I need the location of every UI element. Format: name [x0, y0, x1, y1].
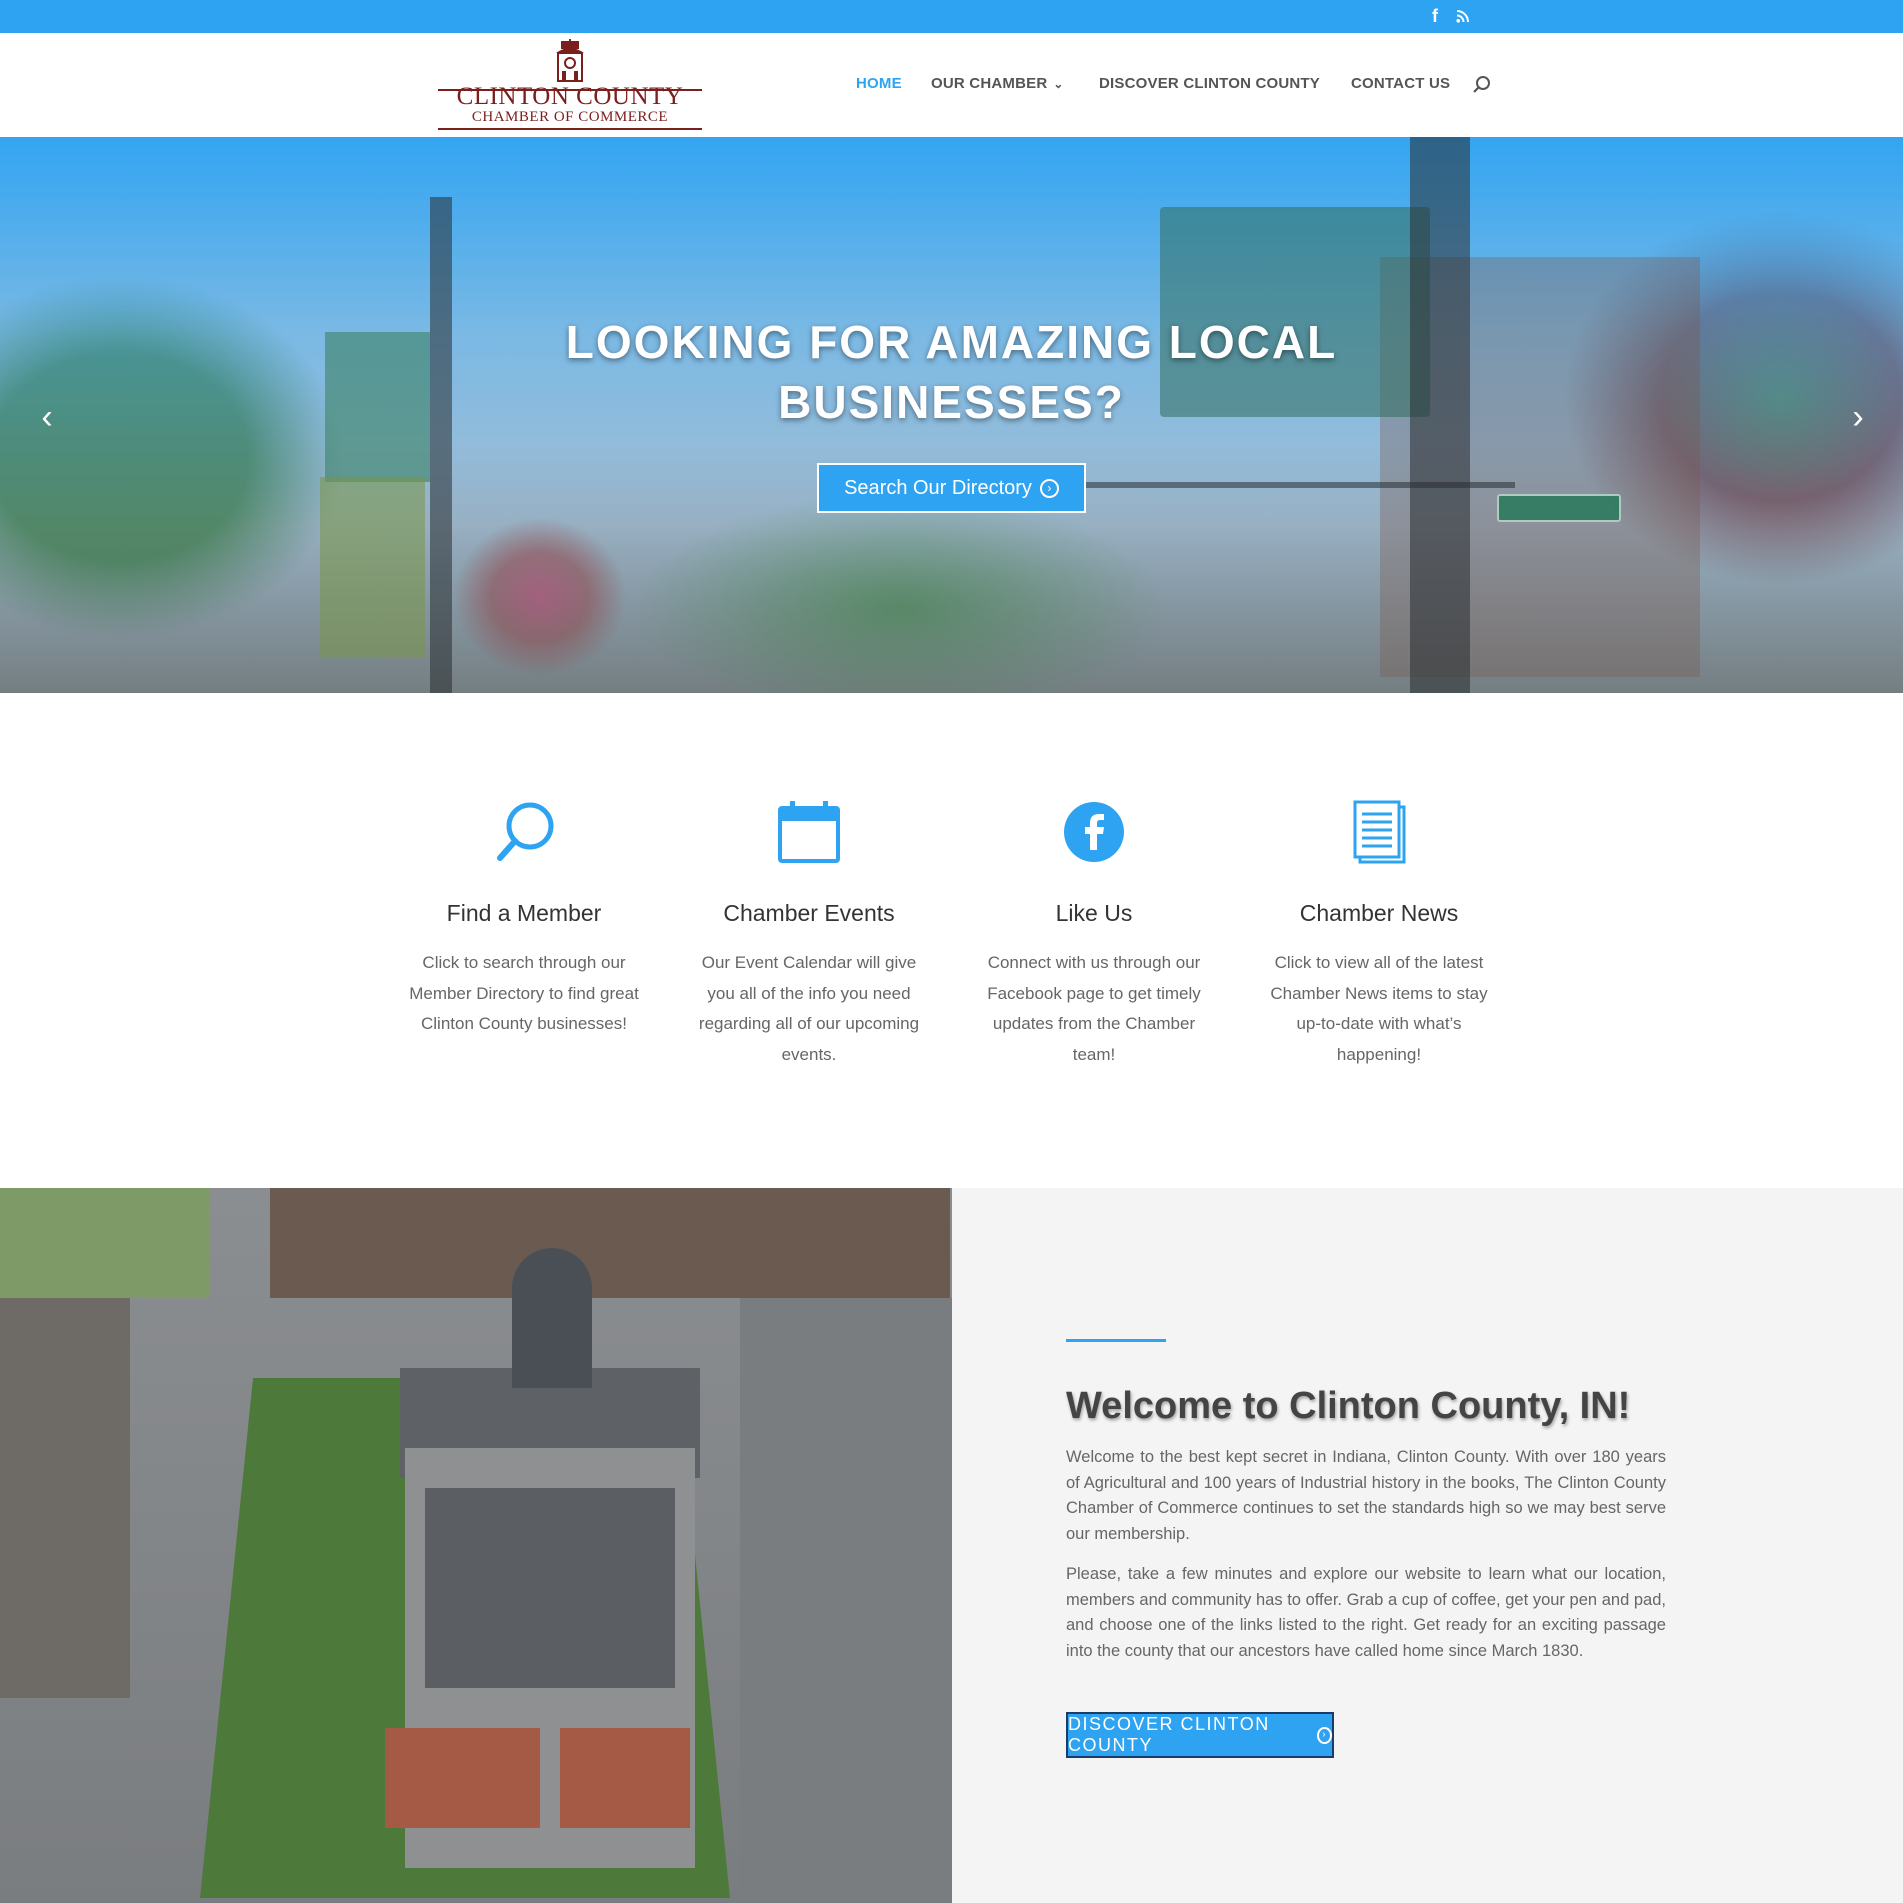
rss-icon[interactable] — [1452, 5, 1474, 27]
feature-title: Chamber Events — [723, 900, 895, 926]
search-directory-button[interactable]: Search Our Directory › — [817, 463, 1086, 513]
nav-discover-clinton-county[interactable]: DISCOVER CLINTON COUNTY — [1099, 75, 1320, 95]
search-directory-label: Search Our Directory — [844, 476, 1032, 499]
search-icon — [492, 800, 556, 864]
img-plaza-left — [385, 1728, 540, 1828]
hero-bg-street-sign — [1497, 494, 1621, 522]
feature-text: Click to view all of the latest Chamber … — [1270, 953, 1488, 1064]
about-paragraph-1: Welcome to the best kept secret in India… — [1066, 1448, 1666, 1543]
about-title: Welcome to Clinton County, IN! — [1066, 1385, 1631, 1427]
chevron-right-icon: › — [1852, 397, 1864, 436]
hero-bg-banner-lower — [320, 477, 425, 657]
chevron-down-icon: ⌄ — [1053, 77, 1064, 91]
hero-bg-signal-arm — [1085, 482, 1515, 488]
logo-line-2: CHAMBER OF COMMERCE — [471, 109, 669, 125]
logo-line-1: CLINTON COUNTY — [456, 83, 684, 110]
hero-title: LOOKING FOR AMAZING LOCAL BUSINESSES? — [565, 316, 1338, 428]
about-paragraph-2: Please, take a few minutes and explore o… — [1066, 1565, 1666, 1660]
about-divider — [1066, 1339, 1166, 1342]
img-courthouse-roof — [425, 1488, 675, 1688]
img-buildings-top — [270, 1188, 950, 1298]
chevron-left-icon: ‹ — [41, 397, 53, 436]
feature-title: Like Us — [1055, 900, 1133, 926]
img-buildings-left — [0, 1298, 130, 1698]
nav-contact-us[interactable]: CONTACT US — [1351, 75, 1450, 95]
calendar-icon — [777, 800, 841, 864]
facebook-glyph: f — [1432, 5, 1438, 26]
courthouse-aerial-image — [0, 1188, 952, 1903]
search-icon[interactable] — [1472, 75, 1492, 95]
logo-rule-bottom — [438, 128, 702, 130]
nav-contact-label: CONTACT US — [1351, 75, 1451, 92]
news-icon — [1347, 800, 1411, 864]
feature-title: Find a Member — [446, 900, 602, 926]
slider-prev-button[interactable]: ‹ — [32, 397, 62, 437]
nav-home-label: HOME — [856, 75, 902, 92]
facebook-icon — [1062, 800, 1126, 864]
discover-clinton-county-button[interactable]: DISCOVER CLINTON COUNTY › — [1066, 1712, 1334, 1758]
feature-text: Connect with us through our Facebook pag… — [987, 953, 1201, 1064]
feature-text: Our Event Calendar will give you all of … — [698, 953, 920, 1064]
arrow-circle-icon: › — [1039, 478, 1059, 498]
feature-text: Click to search through our Member Direc… — [409, 953, 639, 1033]
arrow-circle-icon: › — [1317, 1726, 1332, 1744]
site-header: CLINTON COUNTY CHAMBER OF COMMERCE HOME … — [0, 33, 1903, 137]
nav-home[interactable]: HOME — [856, 75, 902, 95]
discover-button-label: DISCOVER CLINTON COUNTY — [1068, 1714, 1270, 1755]
site-logo[interactable]: CLINTON COUNTY CHAMBER OF COMMERCE — [438, 39, 702, 130]
rss-glyph — [1456, 10, 1469, 23]
nav-our-chamber-label: OUR CHAMBER — [931, 75, 1048, 92]
nav-discover-label: DISCOVER CLINTON COUNTY — [1099, 75, 1321, 92]
img-park-top — [0, 1188, 210, 1298]
img-plaza-right — [560, 1728, 690, 1828]
slider-next-button[interactable]: › — [1843, 397, 1873, 437]
img-dome — [512, 1248, 592, 1388]
nav-our-chamber[interactable]: OUR CHAMBER ⌄ — [931, 75, 1064, 95]
facebook-icon[interactable]: f — [1424, 5, 1446, 27]
hero-slider: ‹ › LOOKING FOR AMAZING LOCAL BUSINESSES… — [0, 137, 1903, 693]
img-street-right — [740, 1298, 952, 1903]
feature-title: Chamber News — [1299, 900, 1459, 926]
courthouse-icon — [556, 39, 584, 82]
top-bar: f — [0, 0, 1903, 33]
hero-bg-lamp-post — [430, 197, 452, 693]
hero-bg-banner — [325, 332, 430, 482]
